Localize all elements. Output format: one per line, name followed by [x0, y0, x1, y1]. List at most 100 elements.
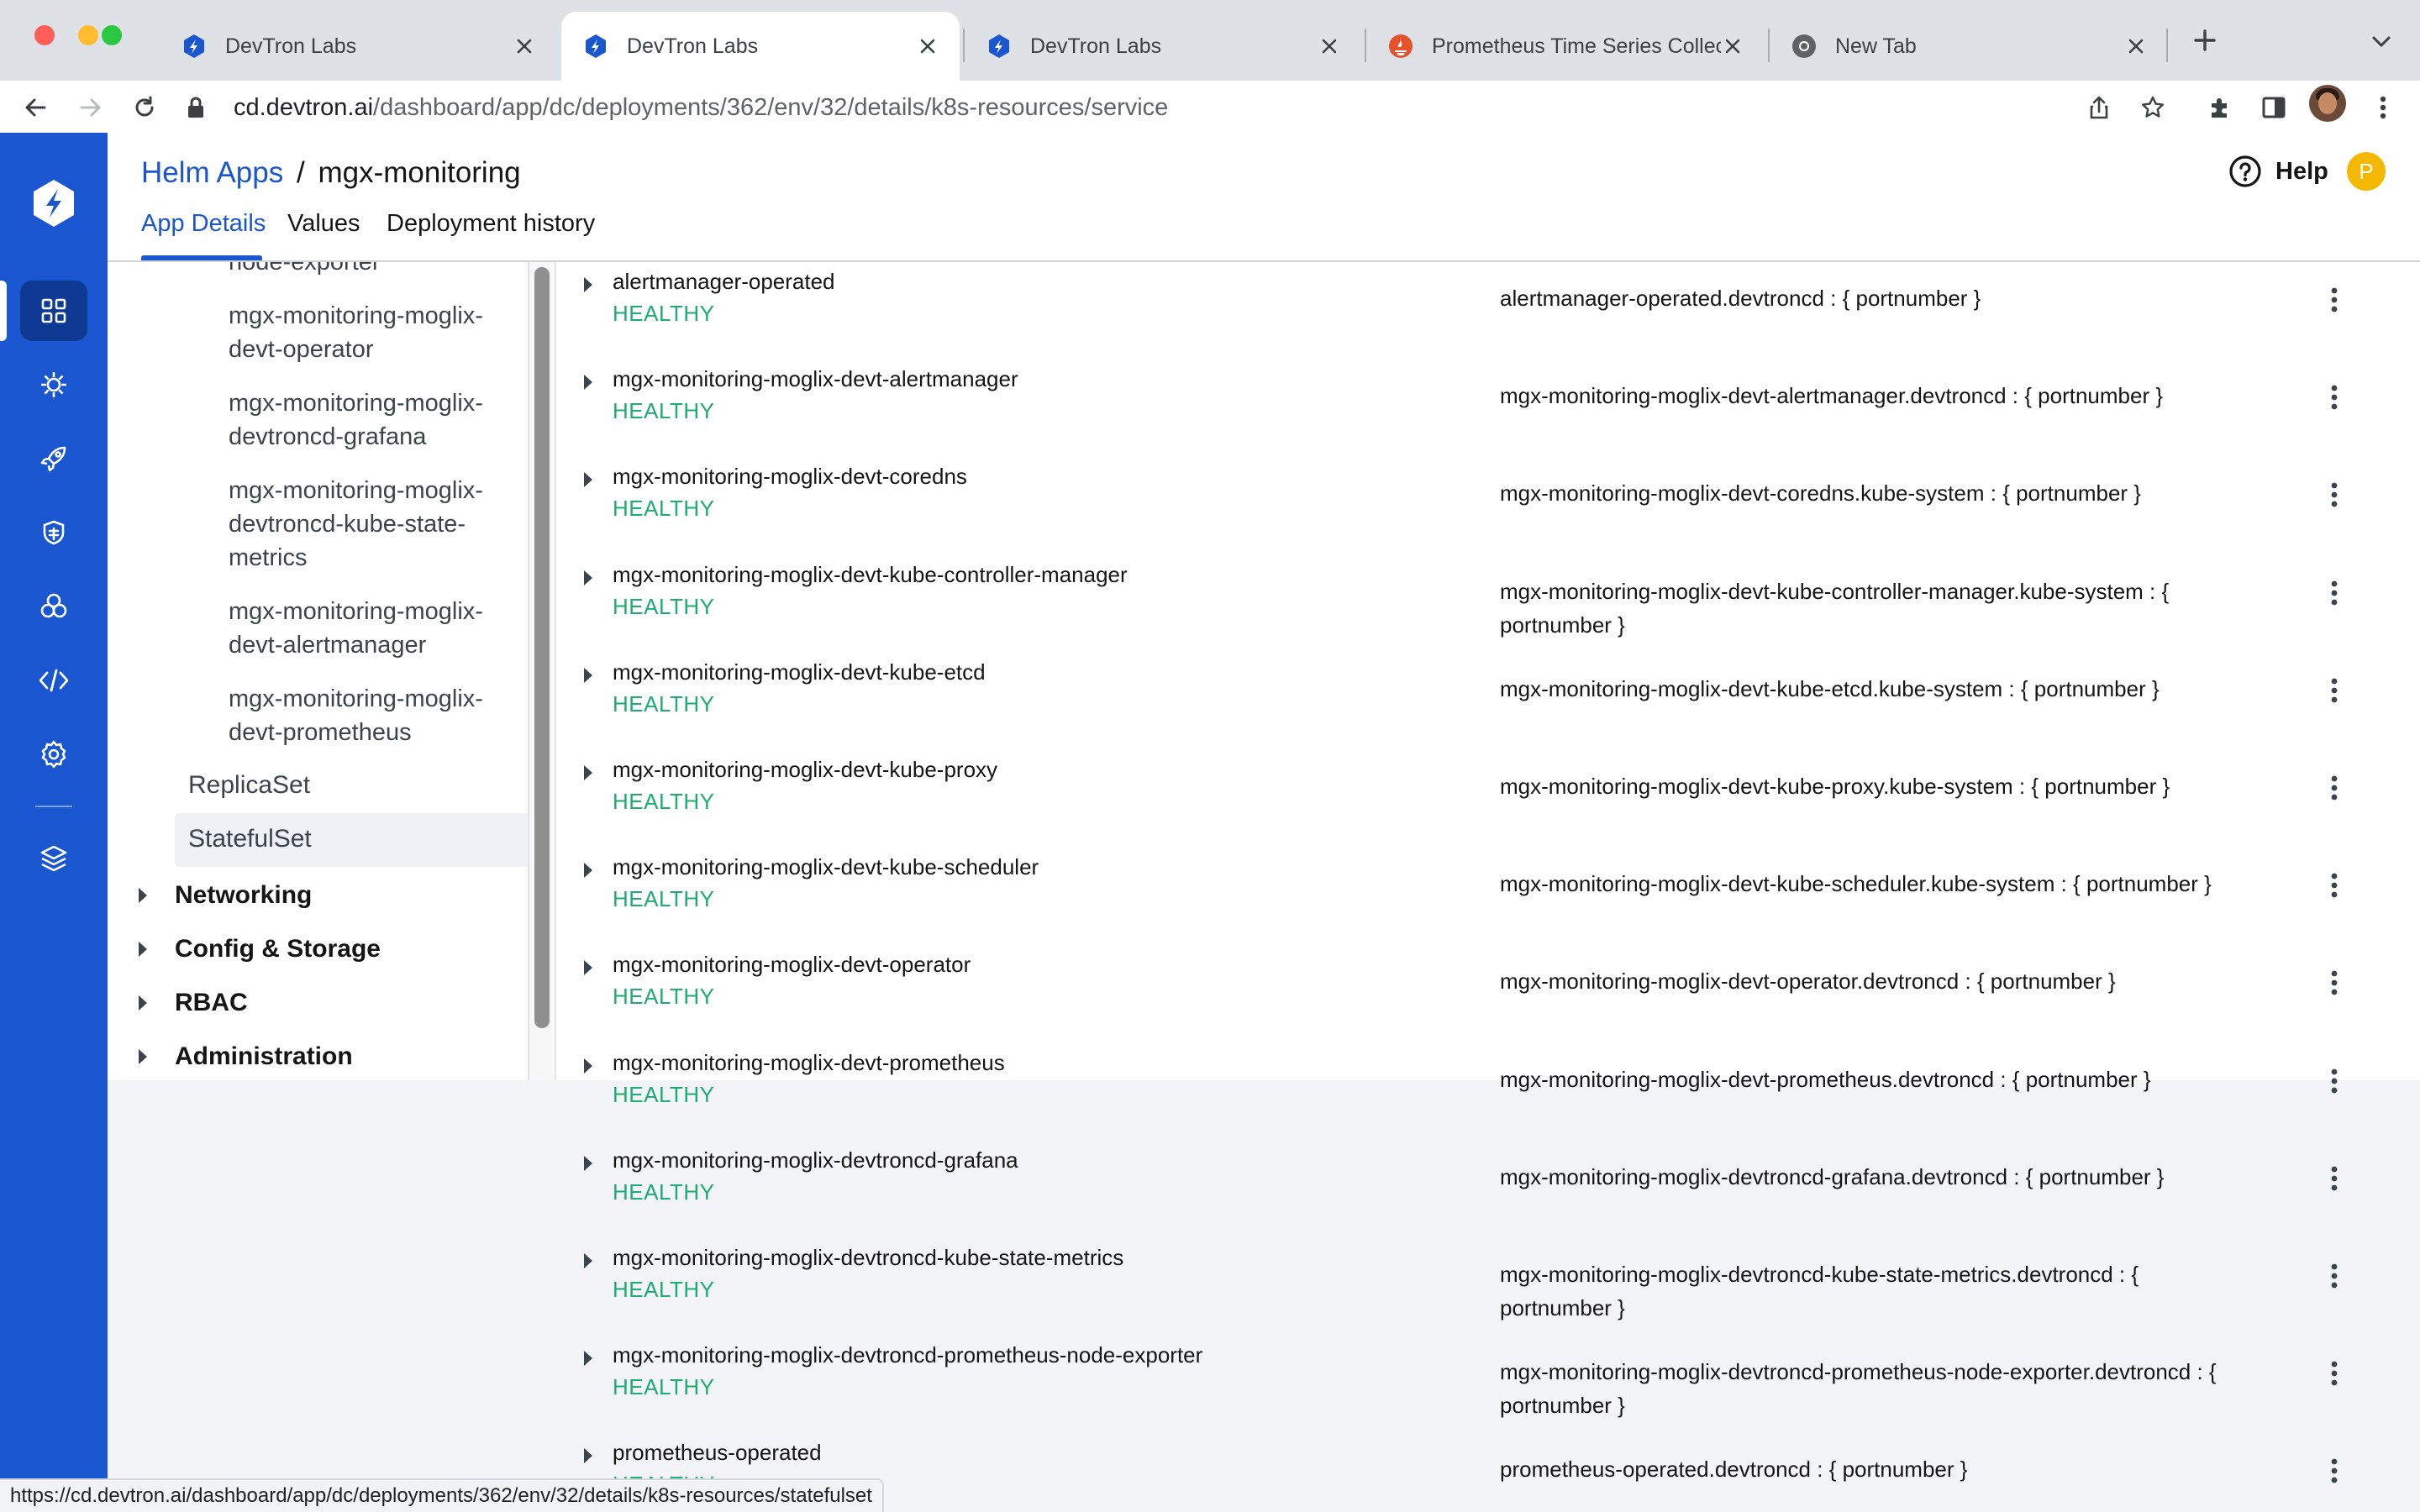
caret-right-icon[interactable] [583, 1153, 598, 1173]
tree-kind-statefulset[interactable]: StatefulSet [188, 825, 312, 853]
service-name[interactable]: mgx-monitoring-moglix-devt-operator [613, 949, 971, 979]
rail-item-applications-grid[interactable] [20, 281, 87, 341]
row-menu-button[interactable] [2319, 1160, 2349, 1197]
rail-item-global-configurations[interactable] [20, 576, 87, 637]
tree-group-config-storage[interactable]: Config & Storage [138, 931, 381, 968]
caret-right-icon[interactable] [583, 568, 598, 588]
caret-right-icon[interactable] [583, 1446, 598, 1466]
service-name[interactable]: prometheus-operated [613, 1437, 822, 1467]
table-row[interactable]: mgx-monitoring-moglix-devtroncd-promethe… [556, 1340, 2420, 1437]
browser-tab[interactable]: New Tab [1770, 12, 2168, 81]
share-button[interactable] [2081, 89, 2118, 126]
tree-leaf-item[interactable]: mgx-monitoring-moglix-devt-operator [229, 299, 514, 366]
caret-right-icon[interactable] [583, 763, 598, 783]
row-menu-button[interactable] [2319, 964, 2349, 1001]
browser-tab[interactable]: DevTron Labs [160, 12, 556, 81]
caret-right-icon[interactable] [583, 958, 598, 978]
table-row[interactable]: alertmanager-operated HEALTHY alertmanager… [556, 266, 2420, 364]
caret-right-icon[interactable] [583, 470, 598, 490]
window-zoom-button[interactable] [102, 25, 122, 45]
service-name[interactable]: mgx-monitoring-moglix-devtroncd-kube-sta… [613, 1242, 1123, 1273]
tree-group-administration[interactable]: Administration [138, 1038, 353, 1075]
extensions-button[interactable] [2202, 89, 2238, 126]
rail-item-code[interactable] [20, 650, 87, 711]
service-name[interactable]: mgx-monitoring-moglix-devt-kube-etcd [613, 657, 986, 687]
browser-tab[interactable]: DevTron Labs [561, 12, 960, 81]
table-row[interactable]: mgx-monitoring-moglix-devtroncd-kube-sta… [556, 1242, 2420, 1340]
tab-close-button[interactable] [1318, 34, 1341, 58]
table-row[interactable]: mgx-monitoring-moglix-devtroncd-grafana H… [556, 1145, 2420, 1242]
tree-group-rbac[interactable]: RBAC [138, 984, 248, 1021]
browser-menu-button[interactable] [2365, 89, 2402, 126]
rail-item-deploy-rocket[interactable] [20, 428, 87, 489]
tab-app-details[interactable]: App Details [141, 210, 266, 238]
caret-right-icon[interactable] [583, 1056, 598, 1076]
row-menu-button[interactable] [2319, 867, 2349, 904]
rail-item-security-bug[interactable] [20, 502, 87, 563]
devtron-logo-icon[interactable] [27, 176, 81, 230]
row-menu-button[interactable] [2319, 1452, 2349, 1489]
caret-right-icon[interactable] [583, 1251, 598, 1271]
side-panel-button[interactable] [2255, 89, 2292, 126]
rail-item-stack-layers[interactable] [20, 828, 87, 889]
service-name[interactable]: mgx-monitoring-moglix-devtroncd-grafana [613, 1145, 1018, 1175]
service-name[interactable]: mgx-monitoring-moglix-devt-alertmanager [613, 364, 1018, 394]
tab-close-button[interactable] [1721, 34, 1744, 58]
window-minimize-button[interactable] [78, 25, 98, 45]
back-button[interactable] [17, 89, 54, 126]
tree-leaf-item[interactable]: mgx-monitoring-moglix-devtroncd-grafana [229, 386, 514, 454]
help-button[interactable]: Help [2228, 153, 2328, 190]
table-row[interactable]: mgx-monitoring-moglix-devt-prometheus HEA… [556, 1047, 2420, 1145]
tab-close-button[interactable] [513, 34, 536, 58]
table-row[interactable]: mgx-monitoring-moglix-devt-kube-controll… [556, 559, 2420, 657]
row-menu-button[interactable] [2319, 672, 2349, 709]
table-row[interactable]: mgx-monitoring-moglix-devt-alertmanager H… [556, 364, 2420, 461]
tab-values[interactable]: Values [287, 210, 360, 238]
breadcrumb-helm-apps-link[interactable]: Helm Apps [141, 156, 283, 189]
table-row[interactable]: mgx-monitoring-moglix-devt-coredns HEALTH… [556, 461, 2420, 559]
tree-leaf-item[interactable]: mgx-monitoring-moglix-devt-prometheus [229, 682, 514, 749]
table-row[interactable]: mgx-monitoring-moglix-devt-kube-schedule… [556, 852, 2420, 949]
tree-kind-replicaset[interactable]: ReplicaSet [188, 771, 310, 800]
forward-button[interactable] [72, 89, 109, 126]
row-menu-button[interactable] [2319, 476, 2349, 513]
caret-right-icon[interactable] [583, 1348, 598, 1368]
row-menu-button[interactable] [2319, 281, 2349, 318]
row-menu-button[interactable] [2319, 575, 2349, 612]
service-name[interactable]: mgx-monitoring-moglix-devt-prometheus [613, 1047, 1005, 1078]
tree-group-networking[interactable]: Networking [138, 877, 312, 914]
service-name[interactable]: mgx-monitoring-moglix-devt-kube-schedule… [613, 852, 1039, 882]
caret-right-icon[interactable] [583, 665, 598, 685]
row-menu-button[interactable] [2319, 1355, 2349, 1392]
reload-button[interactable] [126, 89, 163, 126]
caret-right-icon[interactable] [583, 860, 598, 880]
tab-close-button[interactable] [2124, 34, 2148, 58]
service-name[interactable]: alertmanager-operated [613, 266, 835, 297]
service-name[interactable]: mgx-monitoring-moglix-devt-kube-proxy [613, 754, 997, 785]
service-name[interactable]: mgx-monitoring-moglix-devtroncd-promethe… [613, 1340, 1202, 1370]
bookmark-button[interactable] [2134, 89, 2171, 126]
tab-close-button[interactable] [916, 34, 939, 58]
tree-scrollbar-thumb[interactable] [534, 267, 550, 1028]
browser-tab[interactable]: Prometheus Time Series Collec [1366, 12, 1765, 81]
row-menu-button[interactable] [2319, 1257, 2349, 1294]
row-menu-button[interactable] [2319, 1063, 2349, 1100]
caret-right-icon[interactable] [583, 275, 598, 295]
address-bar[interactable]: cd.devtron.ai/dashboard/app/dc/deploymen… [183, 82, 2082, 133]
tree-leaf-node-exporter[interactable]: node-exporter [229, 262, 514, 279]
profile-avatar[interactable] [2309, 85, 2346, 122]
table-row[interactable]: mgx-monitoring-moglix-devt-operator HEALT… [556, 949, 2420, 1047]
table-row[interactable]: mgx-monitoring-moglix-devt-kube-proxy HEA… [556, 754, 2420, 852]
tree-leaf-item[interactable]: mgx-monitoring-moglix-devtroncd-kube-sta… [229, 474, 514, 575]
caret-right-icon[interactable] [583, 372, 598, 392]
row-menu-button[interactable] [2319, 769, 2349, 806]
service-name[interactable]: mgx-monitoring-moglix-devt-coredns [613, 461, 967, 491]
browser-tab[interactable]: DevTron Labs [965, 12, 1361, 81]
row-menu-button[interactable] [2319, 379, 2349, 416]
window-close-button[interactable] [34, 25, 55, 45]
tab-deployment-history[interactable]: Deployment history [387, 210, 595, 238]
tree-leaf-item[interactable]: mgx-monitoring-moglix-devt-alertmanager [229, 595, 514, 662]
tab-search-button[interactable] [2366, 27, 2396, 57]
service-name[interactable]: mgx-monitoring-moglix-devt-kube-controll… [613, 559, 1128, 590]
table-row[interactable]: mgx-monitoring-moglix-devt-kube-etcd HEAL… [556, 657, 2420, 754]
